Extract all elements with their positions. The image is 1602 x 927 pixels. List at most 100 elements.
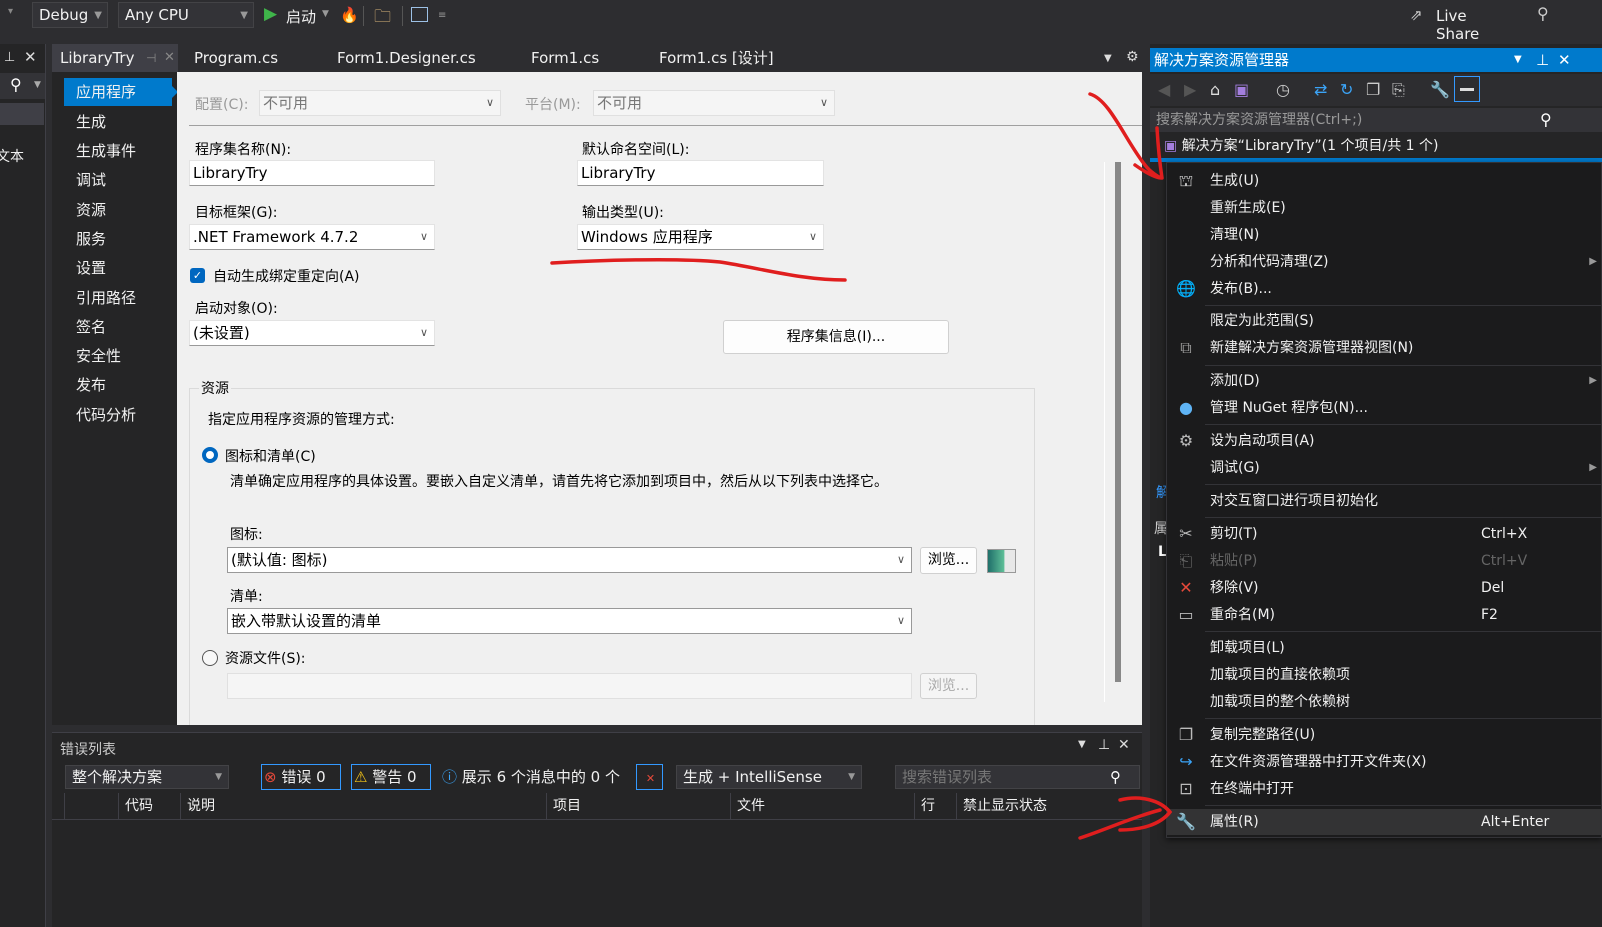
nav-item-build[interactable]: 生成	[64, 108, 172, 136]
sync-icon[interactable]: ⇄	[1314, 80, 1327, 99]
tab-program-cs[interactable]: Program.cs	[194, 44, 278, 72]
col-header-project[interactable]: 项目	[546, 793, 730, 819]
pin-icon[interactable]: ⊥	[1536, 48, 1549, 72]
errors-filter-button[interactable]: ⊗ 错误 0	[261, 764, 341, 790]
menu-item-remove[interactable]: ✕ 移除(V) Del	[1167, 575, 1601, 601]
menu-item-build[interactable]: ⛫ 生成(U)	[1167, 168, 1601, 194]
menu-item-paste[interactable]: ⎗ 粘贴(P) Ctrl+V	[1167, 548, 1601, 574]
window-menu-icon[interactable]: ▼	[1078, 739, 1086, 750]
find-in-folder-icon[interactable]: 🗀	[374, 4, 391, 33]
scrollbar-thumb[interactable]	[1115, 162, 1121, 682]
menu-item-scope-to-this[interactable]: 限定为此范围(S)	[1167, 308, 1601, 334]
output-type-select[interactable]: Windows 应用程序 ∨	[577, 224, 824, 250]
col-header-suppression-state[interactable]: 禁止显示状态	[956, 793, 1110, 819]
home-window-icon[interactable]	[411, 7, 428, 22]
menu-item-rebuild[interactable]: 重新生成(E)	[1167, 195, 1601, 221]
wrench-icon[interactable]: 🔧	[1430, 80, 1450, 99]
icon-select[interactable]: (默认值: 图标) ∨	[227, 547, 912, 573]
config-dropdown[interactable]: Debug ▼	[32, 2, 108, 28]
menu-item-publish[interactable]: 🌐 发布(B)...	[1167, 276, 1601, 302]
show-all-files-icon[interactable]: ⎘	[1392, 80, 1405, 100]
icon-manifest-radio[interactable]	[202, 447, 218, 463]
error-search-input[interactable]: 搜索错误列表 ⚲	[895, 765, 1140, 789]
resource-file-input[interactable]	[227, 673, 912, 699]
nav-item-resources[interactable]: 资源	[64, 196, 172, 224]
platform-select[interactable]: 不可用 ∨	[593, 90, 835, 116]
tab-list-dropdown-icon[interactable]: ▼	[1104, 53, 1112, 64]
col-header-line[interactable]: 行	[914, 793, 956, 819]
feedback-icon[interactable]: ⚲	[1537, 4, 1549, 23]
col-header-icon[interactable]	[64, 793, 118, 819]
nav-item-settings[interactable]: 设置	[64, 254, 172, 282]
manifest-select[interactable]: 嵌入带默认设置的清单 ∨	[227, 608, 912, 634]
menu-item-open-in-explorer[interactable]: ↪ 在文件资源管理器中打开文件夹(X)	[1167, 749, 1601, 775]
pin-icon[interactable]: ⊥	[1098, 737, 1110, 753]
warnings-filter-button[interactable]: ⚠ 警告 0	[351, 764, 431, 790]
menu-item-analyze[interactable]: 分析和代码清理(Z) ▶	[1167, 249, 1601, 275]
assembly-name-input[interactable]: LibraryTry	[189, 160, 435, 186]
config-select[interactable]: 不可用 ∨	[259, 90, 501, 116]
live-share-button[interactable]: ⇗ Live Share	[1410, 6, 1510, 43]
page-scrollbar[interactable]	[1104, 162, 1121, 702]
menu-item-load-dep-tree[interactable]: 加载项目的整个依赖树	[1167, 689, 1601, 715]
nav-item-build-events[interactable]: 生成事件	[64, 137, 172, 165]
menu-item-rename[interactable]: ▭ 重命名(M) F2	[1167, 602, 1601, 628]
default-namespace-input[interactable]: LibraryTry	[577, 160, 824, 186]
assembly-info-button[interactable]: 程序集信息(I)...	[723, 320, 949, 354]
back-icon[interactable]: ◀	[1158, 80, 1170, 99]
menu-item-add[interactable]: 添加(D) ▶	[1167, 368, 1601, 394]
toolbar-options-icon[interactable]: ≡	[438, 10, 446, 21]
menu-item-set-startup[interactable]: ⚙ 设为启动项目(A)	[1167, 428, 1601, 454]
pin-icon[interactable]: ⊣	[146, 44, 156, 72]
tab-form1-designer-cs[interactable]: Form1.Designer.cs	[337, 44, 476, 72]
menu-item-debug[interactable]: 调试(G) ▶	[1167, 455, 1601, 481]
pin-icon[interactable]: ⊥	[4, 50, 15, 65]
target-framework-select[interactable]: .NET Framework 4.7.2 ∨	[189, 224, 435, 250]
resource-file-browse-button[interactable]: 浏览...	[920, 673, 977, 699]
close-icon[interactable]: ✕	[164, 44, 175, 72]
window-menu-icon[interactable]: ▼	[1514, 48, 1522, 72]
pending-changes-icon[interactable]: ◷	[1276, 80, 1290, 99]
solution-explorer-search[interactable]: 搜索解决方案资源管理器(Ctrl+;) ⚲	[1150, 108, 1602, 132]
platform-dropdown[interactable]: Any CPU ▼	[118, 2, 254, 28]
close-icon[interactable]: ✕	[1118, 737, 1130, 753]
close-icon[interactable]: ✕	[1558, 48, 1571, 72]
chevron-down-icon[interactable]: ▼	[322, 9, 329, 19]
nav-item-security[interactable]: 安全性	[64, 342, 172, 370]
home-icon[interactable]: ⌂	[1210, 80, 1220, 99]
close-icon[interactable]: ✕	[24, 48, 37, 66]
resource-file-radio[interactable]	[202, 650, 218, 666]
menu-item-cut[interactable]: ✂ 剪切(T) Ctrl+X	[1167, 521, 1601, 547]
tab-form1-cs[interactable]: Form1.cs	[531, 44, 599, 72]
menu-item-manage-nuget[interactable]: ● 管理 NuGet 程序包(N)...	[1167, 395, 1601, 421]
left-pane-row[interactable]	[0, 103, 44, 125]
menu-item-properties[interactable]: 🔧 属性(R) Alt+Enter	[1167, 809, 1601, 835]
icon-browse-button[interactable]: 浏览...	[920, 547, 977, 574]
gear-icon[interactable]: ⚙	[1126, 49, 1139, 65]
nav-item-publish[interactable]: 发布	[64, 371, 172, 399]
menu-item-clean[interactable]: 清理(N)	[1167, 222, 1601, 248]
hot-reload-icon[interactable]: 🔥	[340, 6, 359, 24]
menu-item-interactive-init[interactable]: 对交互窗口进行项目初始化	[1167, 488, 1601, 514]
collapse-all-icon[interactable]: ❐	[1366, 80, 1380, 99]
solution-node[interactable]: ▣ 解决方案“LibraryTry”(1 个项目/共 1 个)	[1150, 134, 1602, 158]
left-pane-search[interactable]: ⚲ ▼	[0, 73, 45, 99]
scope-dropdown[interactable]: 整个解决方案 ▼	[65, 765, 229, 789]
clear-filter-button[interactable]: ✕	[636, 764, 663, 790]
menu-item-load-direct-deps[interactable]: 加载项目的直接依赖项	[1167, 662, 1601, 688]
forward-icon[interactable]: ▶	[1184, 80, 1196, 99]
nav-item-code-analysis[interactable]: 代码分析	[64, 401, 172, 429]
switch-views-icon[interactable]: ▣	[1234, 80, 1249, 99]
menu-item-copy-full-path[interactable]: ❐ 复制完整路径(U)	[1167, 722, 1601, 748]
tab-librarytry[interactable]: LibraryTry ⊣ ✕	[52, 44, 178, 72]
col-header-file[interactable]: 文件	[730, 793, 914, 819]
nav-item-debug[interactable]: 调试	[64, 166, 172, 194]
refresh-icon[interactable]: ↻	[1340, 80, 1353, 99]
menu-item-open-in-terminal[interactable]: ⊡ 在终端中打开	[1167, 776, 1601, 802]
menu-item-unload-project[interactable]: 卸载项目(L)	[1167, 635, 1601, 661]
auto-binding-checkbox[interactable]: ✓	[190, 268, 205, 283]
startup-object-select[interactable]: (未设置) ∨	[189, 320, 435, 346]
source-dropdown[interactable]: 生成 + IntelliSense ▼	[676, 765, 862, 789]
col-header-description[interactable]: 说明	[180, 793, 546, 819]
toolbar-overflow-dropdown[interactable]: ▾	[8, 6, 13, 17]
